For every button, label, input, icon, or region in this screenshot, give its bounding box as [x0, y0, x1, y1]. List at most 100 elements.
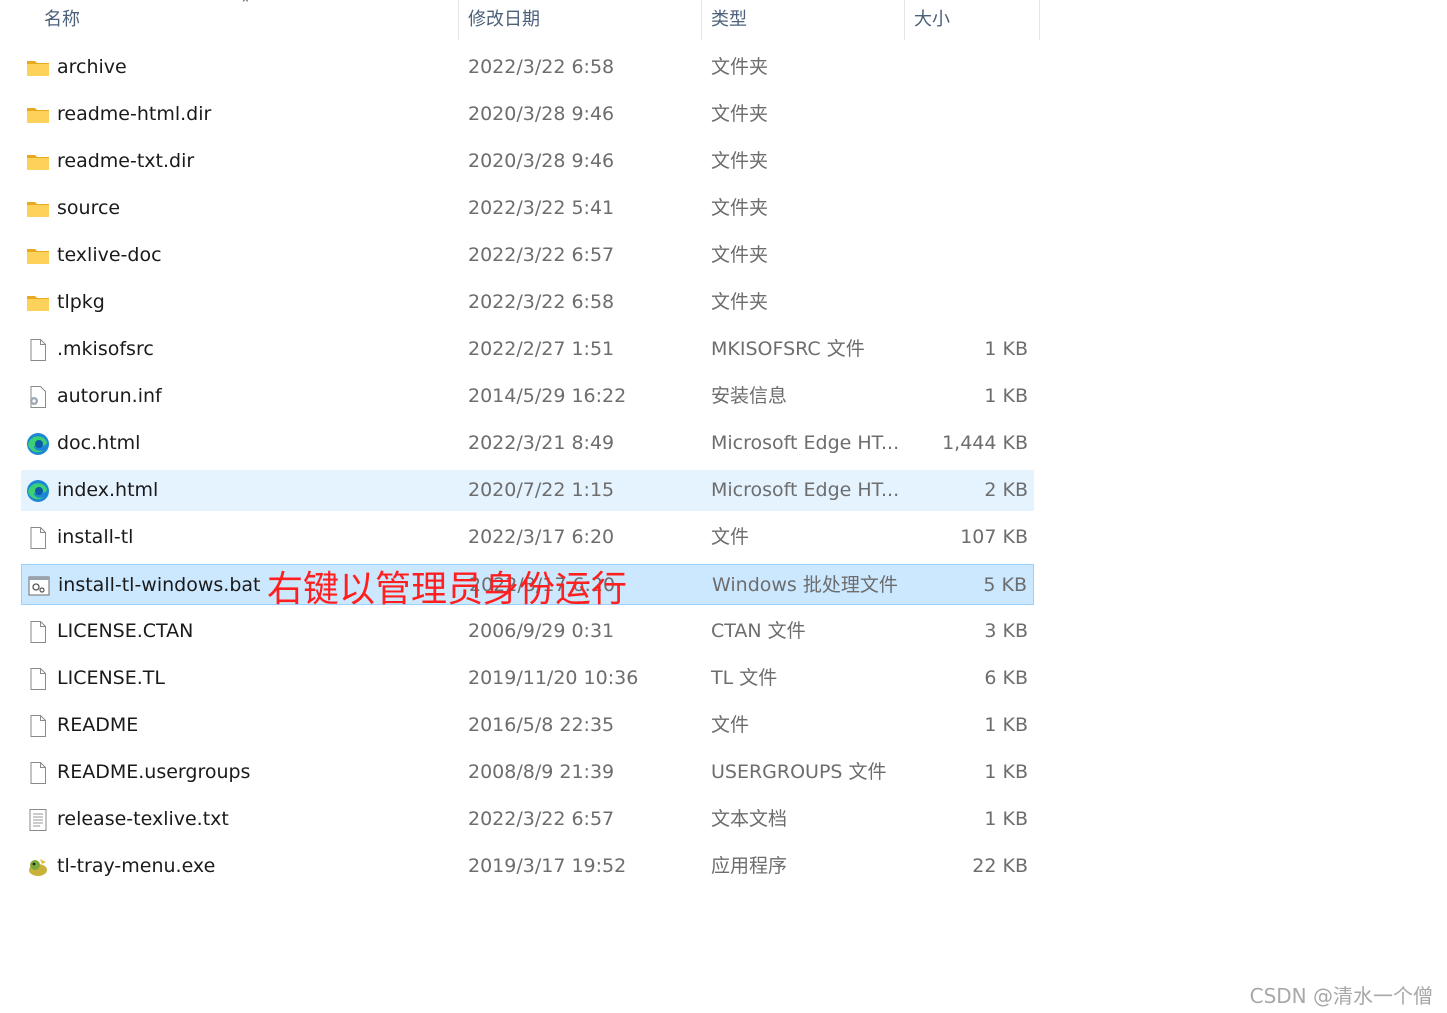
batch-file-icon — [27, 574, 51, 598]
file-type: 应用程序 — [711, 855, 788, 877]
file-date-modified: 2020/3/28 9:46 — [468, 150, 615, 172]
file-row[interactable]: tl-tray-menu.exe 2019/3/17 19:52 应用程序 22 KB — [21, 846, 1034, 887]
file-date-modified: 2022/3/22 6:58 — [468, 56, 615, 78]
file-name: install-tl — [57, 526, 134, 548]
edge-icon — [26, 432, 50, 456]
file-row[interactable]: autorun.inf 2014/5/29 16:22 安装信息 1 KB — [21, 376, 1034, 417]
file-date-modified: 2019/3/17 19:52 — [468, 855, 627, 877]
file-row[interactable]: release-texlive.txt 2022/3/22 6:57 文本文档 1 K… — [21, 799, 1034, 840]
column-header-type[interactable]: 类型 — [711, 0, 747, 40]
column-divider[interactable] — [458, 0, 459, 40]
file-type: 文件夹 — [711, 197, 769, 219]
file-date-modified: 2022/3/21 8:49 — [468, 432, 615, 454]
file-type: 文本文档 — [711, 808, 788, 830]
file-row[interactable]: .mkisofsrc 2022/2/27 1:51 MKISOFSRC 文件 1 KB — [21, 329, 1034, 370]
file-date-modified: 2020/7/22 1:15 — [468, 479, 615, 501]
file-name: readme-txt.dir — [57, 150, 195, 172]
file-size: 1,444 KB — [942, 432, 1028, 454]
column-header-date[interactable]: 修改日期 — [468, 0, 540, 40]
file-row[interactable]: source 2022/3/22 5:41 文件夹 — [21, 188, 1034, 229]
file-icon — [26, 761, 50, 785]
folder-icon — [26, 103, 50, 127]
file-date-modified: 2022/3/22 6:57 — [468, 244, 615, 266]
file-name: tlpkg — [57, 291, 105, 313]
file-icon — [26, 620, 50, 644]
column-divider[interactable] — [1039, 0, 1040, 40]
file-size: 107 KB — [960, 526, 1028, 548]
annotation-text: 右键以管理员身份运行 — [267, 569, 628, 610]
file-icon — [26, 526, 50, 550]
file-type: 安装信息 — [711, 385, 788, 407]
file-size: 1 KB — [984, 761, 1028, 783]
file-name: README — [57, 714, 139, 736]
file-row[interactable]: tlpkg 2022/3/22 6:58 文件夹 — [21, 282, 1034, 323]
column-divider[interactable] — [701, 0, 702, 40]
file-date-modified: 2022/3/22 5:41 — [468, 197, 615, 219]
file-name: release-texlive.txt — [57, 808, 229, 830]
file-type: 文件 — [711, 714, 750, 736]
file-date-modified: 2022/3/17 6:20 — [468, 526, 615, 548]
file-date-modified: 2006/9/29 0:31 — [468, 620, 615, 642]
file-icon — [26, 667, 50, 691]
file-size: 1 KB — [984, 338, 1028, 360]
file-date-modified: 2016/5/8 22:35 — [468, 714, 615, 736]
file-row[interactable]: LICENSE.TL 2019/11/20 10:36 TL 文件 6 KB — [21, 658, 1034, 699]
file-date-modified: 2019/11/20 10:36 — [468, 667, 639, 689]
file-row[interactable]: README 2016/5/8 22:35 文件 1 KB — [21, 705, 1034, 746]
file-type: 文件 — [711, 526, 750, 548]
file-type: CTAN 文件 — [711, 620, 806, 642]
file-name: autorun.inf — [57, 385, 162, 407]
file-explorer: ⌃ 名称 修改日期 类型 大小 archive 2022/3/22 6:58 文件夹… — [0, 0, 1447, 1013]
file-type: 文件夹 — [711, 103, 769, 125]
file-row[interactable]: archive 2022/3/22 6:58 文件夹 — [21, 47, 1034, 88]
column-header-bar: ⌃ 名称 修改日期 类型 大小 — [0, 0, 1040, 40]
file-type: Microsoft Edge HT... — [711, 432, 900, 454]
file-type: TL 文件 — [711, 667, 778, 689]
file-name: install-tl-windows.bat — [58, 574, 261, 596]
file-row[interactable]: doc.html 2022/3/21 8:49 Microsoft Edge HT.… — [21, 423, 1034, 464]
column-divider[interactable] — [904, 0, 905, 40]
file-size: 5 KB — [983, 574, 1027, 596]
file-row[interactable]: readme-txt.dir 2020/3/28 9:46 文件夹 — [21, 141, 1034, 182]
file-row[interactable]: README.usergroups 2008/8/9 21:39 USERGROUP… — [21, 752, 1034, 793]
file-name: readme-html.dir — [57, 103, 212, 125]
column-header-size[interactable]: 大小 — [914, 0, 950, 40]
file-size: 22 KB — [972, 855, 1028, 877]
file-row[interactable]: install-tl 2022/3/17 6:20 文件 107 KB — [21, 517, 1034, 558]
file-type: 文件夹 — [711, 56, 769, 78]
folder-icon — [26, 291, 50, 315]
file-type: Windows 批处理文件 — [712, 574, 898, 596]
file-date-modified: 2008/8/9 21:39 — [468, 761, 615, 783]
folder-icon — [26, 244, 50, 268]
file-name: .mkisofsrc — [57, 338, 154, 360]
sort-ascending-icon[interactable]: ⌃ — [240, 0, 251, 12]
file-row[interactable]: texlive-doc 2022/3/22 6:57 文件夹 — [21, 235, 1034, 276]
column-header-name[interactable]: 名称 — [44, 0, 80, 40]
file-type: 文件夹 — [711, 244, 769, 266]
text-file-icon — [26, 808, 50, 832]
file-date-modified: 2022/3/22 6:57 — [468, 808, 615, 830]
file-date-modified: 2022/2/27 1:51 — [468, 338, 615, 360]
file-type: MKISOFSRC 文件 — [711, 338, 865, 360]
file-size: 2 KB — [984, 479, 1028, 501]
app-icon — [26, 855, 50, 879]
file-name: doc.html — [57, 432, 141, 454]
folder-icon — [26, 150, 50, 174]
file-icon — [26, 338, 50, 362]
file-icon — [26, 714, 50, 738]
file-size: 1 KB — [984, 714, 1028, 736]
file-name: texlive-doc — [57, 244, 162, 266]
edge-icon — [26, 479, 50, 503]
file-row[interactable]: LICENSE.CTAN 2006/9/29 0:31 CTAN 文件 3 KB — [21, 611, 1034, 652]
file-date-modified: 2014/5/29 16:22 — [468, 385, 627, 407]
file-name: LICENSE.CTAN — [57, 620, 194, 642]
file-name: tl-tray-menu.exe — [57, 855, 216, 877]
file-type: 文件夹 — [711, 291, 769, 313]
file-date-modified: 2020/3/28 9:46 — [468, 103, 615, 125]
file-size: 1 KB — [984, 385, 1028, 407]
file-name: source — [57, 197, 121, 219]
file-row[interactable]: index.html 2020/7/22 1:15 Microsoft Edge H… — [21, 470, 1034, 511]
file-type: Microsoft Edge HT... — [711, 479, 900, 501]
file-row[interactable]: readme-html.dir 2020/3/28 9:46 文件夹 — [21, 94, 1034, 135]
file-type: 文件夹 — [711, 150, 769, 172]
